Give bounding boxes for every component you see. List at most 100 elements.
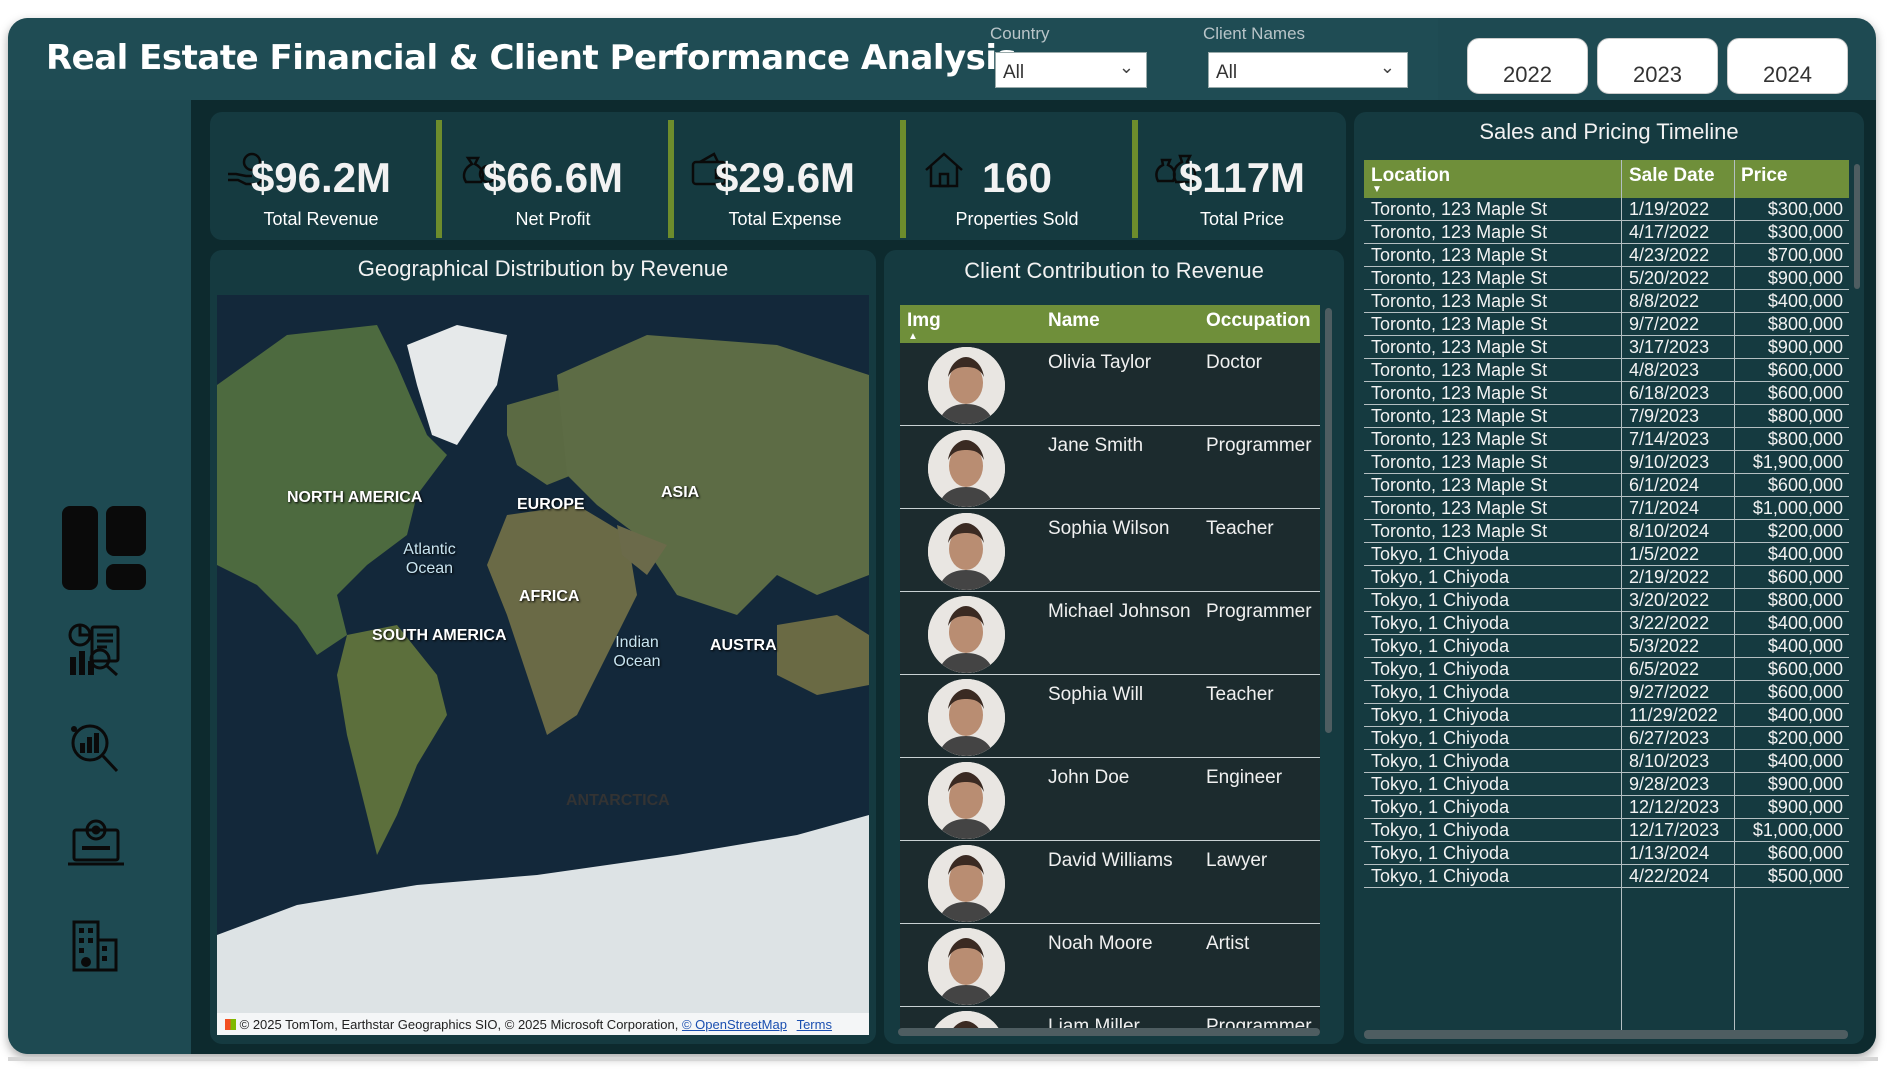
- client-row[interactable]: Sophia Will Teacher: [900, 675, 1320, 758]
- client-occupation: Artist: [1206, 933, 1250, 954]
- sales-location: Tokyo, 1 Chiyoda: [1371, 728, 1510, 748]
- sales-row[interactable]: Tokyo, 1 Chiyoda 3/20/2022 $800,000: [1364, 589, 1849, 612]
- client-table-hscrollbar[interactable]: [898, 1028, 1320, 1036]
- sales-table-scrollbar[interactable]: [1854, 164, 1860, 289]
- year-button-2023[interactable]: 2023: [1597, 38, 1718, 94]
- column-header-location[interactable]: Location: [1371, 165, 1450, 187]
- map-label-atlantic: Atlantic Ocean: [403, 541, 456, 577]
- sales-row[interactable]: Toronto, 123 Maple St 4/23/2022 $700,000: [1364, 244, 1849, 267]
- sales-location: Toronto, 123 Maple St: [1371, 291, 1548, 311]
- sales-row[interactable]: Toronto, 123 Maple St 6/1/2024 $600,000: [1364, 474, 1849, 497]
- client-row[interactable]: Olivia Taylor Doctor: [900, 343, 1320, 426]
- sales-row[interactable]: Toronto, 123 Maple St 7/1/2024 $1,000,000: [1364, 497, 1849, 520]
- sales-row[interactable]: Tokyo, 1 Chiyoda 12/17/2023 $1,000,000: [1364, 819, 1849, 842]
- sales-row[interactable]: Tokyo, 1 Chiyoda 9/27/2022 $600,000: [1364, 681, 1849, 704]
- column-header-name[interactable]: Name: [1048, 310, 1100, 332]
- sales-location: Toronto, 123 Maple St: [1371, 268, 1548, 288]
- country-filter-label: Country: [990, 24, 1050, 43]
- sales-row[interactable]: Toronto, 123 Maple St 8/10/2024 $200,000: [1364, 520, 1849, 543]
- sales-date: 11/29/2022: [1629, 705, 1718, 725]
- column-header-occupation[interactable]: Occupation: [1206, 310, 1311, 332]
- sales-date: 6/5/2022: [1629, 659, 1700, 679]
- sales-price: $200,000: [1767, 521, 1843, 541]
- sales-location: Tokyo, 1 Chiyoda: [1371, 636, 1510, 656]
- column-header-img[interactable]: Img: [907, 310, 941, 332]
- client-row[interactable]: John Doe Engineer: [900, 758, 1320, 841]
- main-canvas: $96.2M Total Revenue $66.6M Net Profit $…: [191, 100, 1876, 1054]
- client-dropdown[interactable]: All ⌄: [1208, 52, 1408, 88]
- sales-location: Tokyo, 1 Chiyoda: [1371, 866, 1510, 886]
- sales-price: $600,000: [1767, 383, 1843, 403]
- dashboard-icon[interactable]: [60, 504, 148, 597]
- client-table-scrollbar[interactable]: [1325, 308, 1332, 733]
- sales-price: $400,000: [1767, 544, 1843, 564]
- sales-row[interactable]: Toronto, 123 Maple St 1/19/2022 $300,000: [1364, 198, 1849, 221]
- sales-row[interactable]: Toronto, 123 Maple St 4/8/2023 $600,000: [1364, 359, 1849, 382]
- sales-date: 7/1/2024: [1629, 498, 1700, 518]
- sales-row[interactable]: Tokyo, 1 Chiyoda 12/12/2023 $900,000: [1364, 796, 1849, 819]
- sales-panel: Sales and Pricing Timeline Location Sale…: [1354, 112, 1864, 1044]
- sales-table-header: Location Sale Date Price ▼: [1364, 160, 1849, 198]
- sales-row[interactable]: Toronto, 123 Maple St 8/8/2022 $400,000: [1364, 290, 1849, 313]
- world-map[interactable]: NORTH AMERICA EUROPE ASIA AFRICA SOUTH A…: [217, 295, 869, 1035]
- year-button-2022[interactable]: 2022: [1467, 38, 1588, 94]
- column-header-sale-date[interactable]: Sale Date: [1629, 165, 1715, 187]
- sales-price: $700,000: [1767, 245, 1843, 265]
- client-name: Sophia Will: [1048, 684, 1144, 705]
- client-row[interactable]: David Williams Lawyer: [900, 841, 1320, 924]
- sales-row[interactable]: Toronto, 123 Maple St 9/10/2023 $1,900,000: [1364, 451, 1849, 474]
- sales-row[interactable]: Toronto, 123 Maple St 4/17/2022 $300,000: [1364, 221, 1849, 244]
- sales-date: 9/28/2023: [1629, 774, 1710, 794]
- sales-row[interactable]: Toronto, 123 Maple St 6/18/2023 $600,000: [1364, 382, 1849, 405]
- openstreetmap-link[interactable]: © OpenStreetMap: [682, 1017, 787, 1032]
- sales-row[interactable]: Tokyo, 1 Chiyoda 3/22/2022 $400,000: [1364, 612, 1849, 635]
- laptop-analysis-icon[interactable]: [66, 816, 126, 877]
- analytics-report-icon[interactable]: [66, 621, 126, 682]
- sales-row[interactable]: Tokyo, 1 Chiyoda 4/22/2024 $500,000: [1364, 865, 1849, 888]
- sales-table-hscrollbar[interactable]: [1364, 1030, 1848, 1039]
- sales-price: $900,000: [1767, 337, 1843, 357]
- sales-row[interactable]: Toronto, 123 Maple St 9/7/2022 $800,000: [1364, 313, 1849, 336]
- sales-row[interactable]: Tokyo, 1 Chiyoda 2/19/2022 $600,000: [1364, 566, 1849, 589]
- sales-row[interactable]: Toronto, 123 Maple St 7/14/2023 $800,000: [1364, 428, 1849, 451]
- sales-row[interactable]: Tokyo, 1 Chiyoda 6/5/2022 $600,000: [1364, 658, 1849, 681]
- client-occupation: Lawyer: [1206, 850, 1268, 871]
- client-table-header: Img Name Occupation ▲: [900, 305, 1320, 343]
- sales-row[interactable]: Tokyo, 1 Chiyoda 8/10/2023 $400,000: [1364, 750, 1849, 773]
- sales-price: $400,000: [1767, 751, 1843, 771]
- terms-link[interactable]: Terms: [797, 1017, 832, 1032]
- sales-row[interactable]: Tokyo, 1 Chiyoda 5/3/2022 $400,000: [1364, 635, 1849, 658]
- sales-row[interactable]: Tokyo, 1 Chiyoda 11/29/2022 $400,000: [1364, 704, 1849, 727]
- sales-location: Toronto, 123 Maple St: [1371, 406, 1548, 426]
- sales-location: Tokyo, 1 Chiyoda: [1371, 705, 1510, 725]
- client-name: Olivia Taylor: [1048, 352, 1152, 373]
- sales-location: Tokyo, 1 Chiyoda: [1371, 567, 1510, 587]
- sales-row[interactable]: Tokyo, 1 Chiyoda 6/27/2023 $200,000: [1364, 727, 1849, 750]
- sales-price: $300,000: [1767, 222, 1843, 242]
- sales-row[interactable]: Tokyo, 1 Chiyoda 1/13/2024 $600,000: [1364, 842, 1849, 865]
- sales-row[interactable]: Toronto, 123 Maple St 3/17/2023 $900,000: [1364, 336, 1849, 359]
- sales-row[interactable]: Tokyo, 1 Chiyoda 9/28/2023 $900,000: [1364, 773, 1849, 796]
- chevron-down-icon: ⌄: [1118, 57, 1134, 77]
- client-table: Img Name Occupation ▲ Olivia Taylor Docto…: [900, 305, 1320, 1034]
- client-row[interactable]: Jane Smith Programmer: [900, 426, 1320, 509]
- client-row[interactable]: Michael Johnson Programmer: [900, 592, 1320, 675]
- sales-price: $900,000: [1767, 774, 1843, 794]
- sales-date: 7/9/2023: [1629, 406, 1700, 426]
- sales-row[interactable]: Toronto, 123 Maple St 7/9/2023 $800,000: [1364, 405, 1849, 428]
- building-finance-icon[interactable]: [66, 918, 122, 979]
- client-row[interactable]: Sophia Wilson Teacher: [900, 509, 1320, 592]
- client-name: Michael Johnson: [1048, 601, 1191, 622]
- column-header-price[interactable]: Price: [1741, 165, 1787, 187]
- kpi-label: Total Price: [1199, 209, 1285, 229]
- sales-row[interactable]: Toronto, 123 Maple St 5/20/2022 $900,000: [1364, 267, 1849, 290]
- year-button-2024[interactable]: 2024: [1727, 38, 1848, 94]
- map-title: Geographical Distribution by Revenue: [357, 256, 729, 281]
- country-dropdown[interactable]: All ⌄: [995, 52, 1147, 88]
- sales-price: $1,000,000: [1752, 498, 1843, 518]
- sales-date: 12/12/2023: [1629, 797, 1720, 817]
- client-row[interactable]: Noah Moore Artist: [900, 924, 1320, 1007]
- sales-row[interactable]: Tokyo, 1 Chiyoda 1/5/2022 $400,000: [1364, 543, 1849, 566]
- client-occupation: Doctor: [1206, 352, 1262, 373]
- search-chart-icon[interactable]: [66, 721, 122, 782]
